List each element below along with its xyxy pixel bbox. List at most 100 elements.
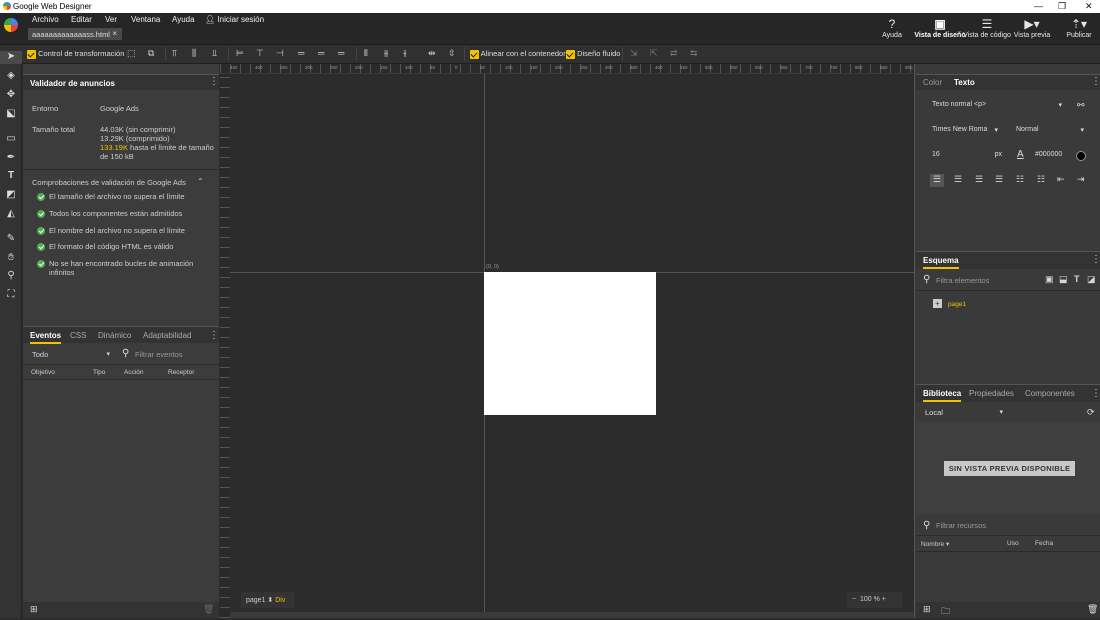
align-center-text-icon[interactable]: ☰	[954, 174, 962, 185]
trash-icon[interactable]: 🗑︎	[203, 604, 214, 615]
code-view-button[interactable]: ☰ Vista de código	[962, 18, 1012, 39]
justify-text-icon[interactable]: ☰	[995, 174, 1003, 185]
events-filter-input[interactable]: Filtrar eventos	[135, 350, 183, 359]
more-options-icon[interactable]: ⋮	[1091, 76, 1100, 87]
menu-ayuda[interactable]: Ayuda	[172, 15, 195, 24]
align-middle-icon[interactable]: ⫼	[192, 48, 196, 59]
tab-color[interactable]: Color	[923, 78, 942, 87]
font-family-select[interactable]: Times New Roma ▾	[932, 126, 998, 137]
indent-icon[interactable]: ⇥	[1077, 174, 1085, 185]
maximize-icon[interactable]: ❐	[1058, 1, 1066, 12]
stage[interactable]	[484, 272, 656, 415]
tab-components[interactable]: Componentes	[1025, 389, 1075, 398]
element-filter-icon[interactable]: ◪	[1087, 274, 1096, 285]
expand-icon[interactable]: +	[933, 299, 942, 308]
align-right-text-icon[interactable]: ☰	[975, 174, 983, 185]
responsive-tool-icon[interactable]: ⇄	[670, 48, 678, 59]
tab-properties[interactable]: Propiedades	[969, 389, 1014, 398]
outline-filter-input[interactable]: Filtra elementos	[936, 276, 989, 285]
3d-rotation-tool-icon[interactable]: ◈	[0, 70, 22, 81]
text-filter-icon[interactable]: T	[1074, 274, 1080, 284]
zoom-level[interactable]: 100 %	[860, 596, 880, 603]
close-tab-icon[interactable]: ×	[112, 29, 117, 38]
responsive-tool-icon[interactable]: ⇆	[690, 48, 698, 59]
add-event-icon[interactable]: ⊞	[30, 604, 38, 615]
minimize-icon[interactable]: —	[1034, 1, 1043, 11]
library-filter-input[interactable]: Filtrar recursos	[936, 521, 986, 530]
numbered-list-icon[interactable]: ☷	[1016, 174, 1024, 185]
more-options-icon[interactable]: ⋮	[1091, 254, 1100, 265]
fill-tool-icon[interactable]: ◭	[0, 208, 22, 219]
transform-control-toggle[interactable]: Control de transformación	[27, 49, 124, 59]
menu-archivo[interactable]: Archivo	[32, 15, 59, 24]
hand-tool-icon[interactable]: ✋︎	[0, 252, 22, 263]
space-vertical-icon[interactable]: ⇳	[448, 48, 456, 59]
breadcrumb-element[interactable]: Div	[275, 597, 285, 604]
align-bottom-icon[interactable]: ⫫	[212, 48, 217, 59]
align-container-toggle[interactable]: Alinear con el contenedor	[470, 49, 566, 59]
pen-tool-icon[interactable]: ✒	[0, 152, 22, 163]
crop-tool-icon[interactable]: ⛶	[0, 289, 22, 300]
refresh-icon[interactable]: ⟳	[1087, 407, 1095, 418]
align-center-icon[interactable]: ⊤	[256, 48, 264, 59]
resize-tool-icon[interactable]: ⧉	[148, 48, 154, 59]
shape-tool-icon[interactable]: ◩	[0, 189, 22, 200]
collapse-icon[interactable]: ⌃	[197, 177, 204, 186]
align-top-icon[interactable]: ⫪	[172, 48, 177, 59]
tab-text[interactable]: Texto	[954, 78, 975, 87]
shape-filter-icon[interactable]: ⬓	[1059, 274, 1068, 285]
align-right-icon[interactable]: ⊣	[276, 48, 284, 59]
text-style-select[interactable]: Texto normal <p> ▾	[932, 101, 1064, 112]
color-swatch[interactable]	[1076, 151, 1086, 161]
help-button[interactable]: ? Ayuda	[867, 18, 917, 39]
publish-button[interactable]: ⇡▾ Publicar	[1058, 18, 1100, 39]
more-options-icon[interactable]: ⋮	[209, 76, 219, 87]
zoom-out-icon[interactable]: −	[852, 596, 856, 603]
image-filter-icon[interactable]: ▣	[1045, 274, 1054, 285]
distribute-left-icon[interactable]: ⫴	[364, 48, 368, 59]
library-source-select[interactable]: Local ▾	[925, 408, 1003, 417]
eyedropper-tool-icon[interactable]: ✎	[0, 233, 22, 244]
vertical-ruler[interactable]	[220, 74, 230, 618]
zoom-in-icon[interactable]: +	[882, 596, 886, 603]
tab-events[interactable]: Eventos	[30, 331, 62, 344]
signin-button[interactable]: 👤︎ Iniciar sesión	[205, 15, 264, 24]
col-name[interactable]: Nombre ▾	[921, 540, 949, 548]
tag-tool-icon[interactable]: ▭	[0, 133, 22, 144]
outline-page-item[interactable]: page1	[948, 301, 966, 308]
zoom-tool-icon[interactable]: ⚲	[0, 270, 22, 281]
menu-ver[interactable]: Ver	[105, 15, 117, 24]
align-left-text-icon[interactable]: ☰	[930, 174, 944, 187]
distribute-bottom-icon[interactable]: ═	[338, 48, 344, 58]
responsive-tool-icon[interactable]: ⇲	[630, 48, 638, 59]
text-color-value[interactable]: #000000	[1035, 151, 1063, 158]
add-asset-icon[interactable]: ⊞	[923, 604, 931, 615]
tab-css[interactable]: CSS	[70, 331, 86, 340]
distribute-center-icon[interactable]: ⫵	[384, 48, 388, 59]
tab-dynamic[interactable]: Dinámico	[98, 331, 131, 340]
scrollbar-horizontal[interactable]	[230, 612, 914, 618]
tab-library[interactable]: Biblioteca	[923, 389, 962, 402]
menu-editar[interactable]: Editar	[71, 15, 92, 24]
distribute-middle-icon[interactable]: ═	[318, 48, 324, 58]
transform-tool-icon[interactable]: ⬚	[127, 48, 136, 59]
menu-ventana[interactable]: Ventana	[131, 15, 160, 24]
fluid-design-toggle[interactable]: Diseño fluido	[566, 49, 620, 59]
design-view-button[interactable]: ▣ Vista de diseño	[914, 18, 966, 39]
link-icon[interactable]: ⚯	[1077, 100, 1085, 111]
responsive-tool-icon[interactable]: ⇱	[650, 48, 658, 59]
text-color-icon[interactable]: A	[1017, 149, 1024, 160]
outdent-icon[interactable]: ⇤	[1057, 174, 1065, 185]
space-horizontal-icon[interactable]: ⇹	[428, 48, 436, 59]
font-weight-select[interactable]: Normal ▾	[1016, 126, 1084, 137]
more-options-icon[interactable]: ⋮	[209, 330, 219, 341]
file-tab[interactable]: aaaaaaaaaaaaass.html ×	[28, 28, 122, 40]
more-options-icon[interactable]: ⋮	[1091, 388, 1100, 399]
tab-responsive[interactable]: Adaptabilidad	[143, 331, 191, 340]
bullet-list-icon[interactable]: ☷	[1037, 174, 1045, 185]
text-tool-icon[interactable]: T	[0, 170, 22, 181]
distribute-right-icon[interactable]: ⫳	[403, 48, 407, 59]
distribute-top-icon[interactable]: ═	[298, 48, 304, 58]
3d-translation-tool-icon[interactable]: ✥	[0, 89, 22, 100]
align-left-icon[interactable]: ⊨	[236, 48, 244, 59]
